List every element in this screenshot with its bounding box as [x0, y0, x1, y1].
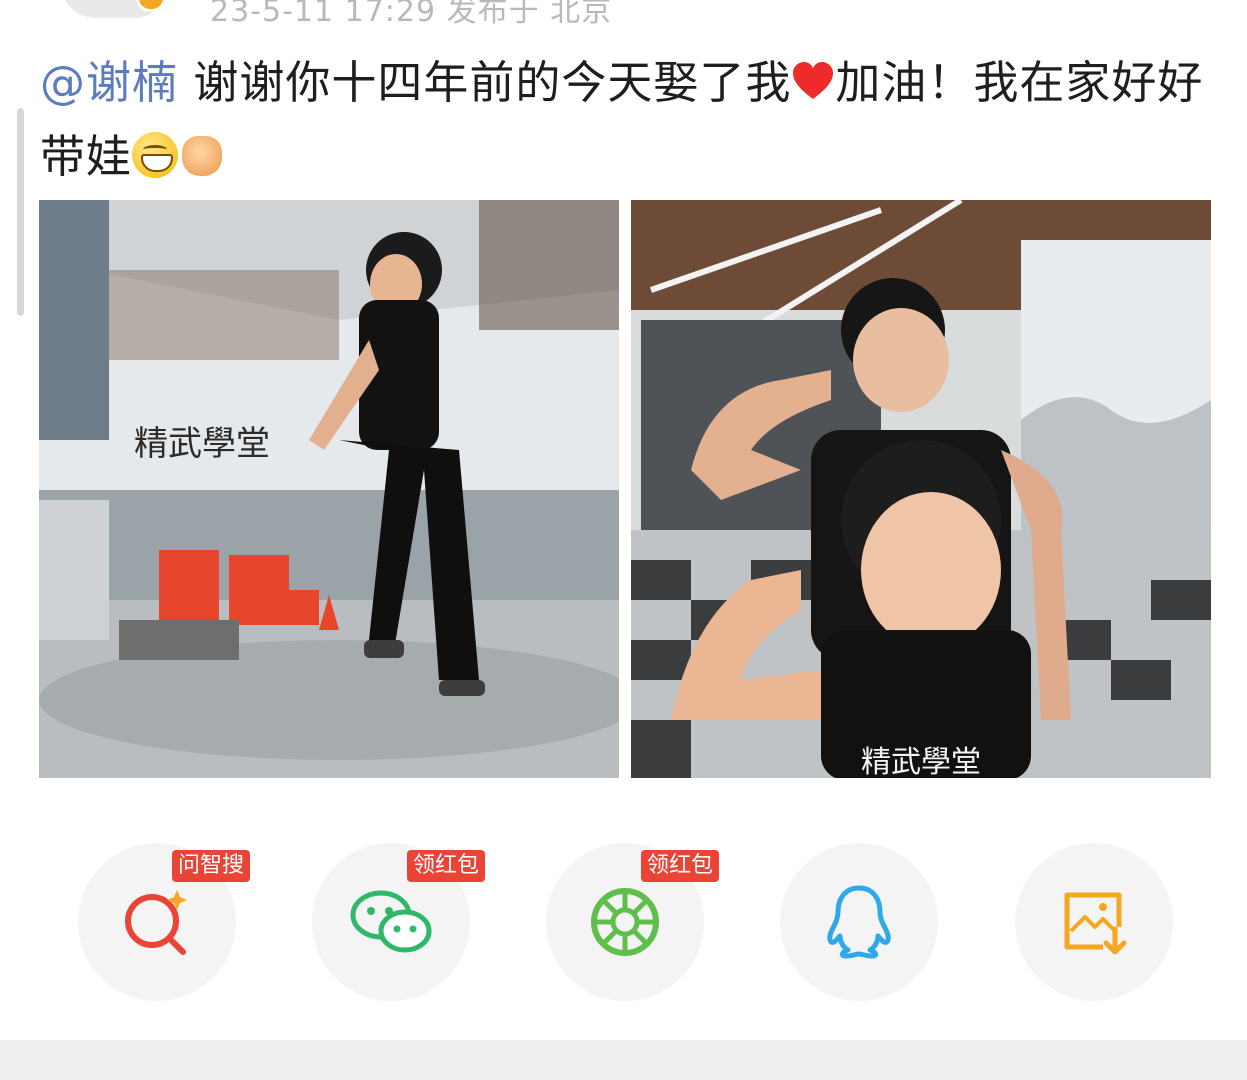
scroll-indicator[interactable]	[17, 108, 24, 316]
post-text-body: 谢谢你十四年前的今天娶了我	[178, 56, 792, 109]
qq-icon	[827, 885, 891, 959]
save-image-icon	[1064, 892, 1127, 955]
mention-link[interactable]: @谢楠	[40, 56, 178, 109]
post-meta: 23-5-11 17:29 发布于 北京	[210, 0, 613, 29]
bottom-bar	[0, 1040, 1247, 1080]
heart-icon	[793, 62, 834, 99]
moments-icon	[591, 888, 659, 956]
share-badge: 领红包	[641, 850, 720, 882]
ai-search-icon	[125, 890, 187, 955]
photo-kungfu-jump[interactable]: 精武學堂	[39, 200, 619, 778]
shirt-print: 精武學堂	[861, 745, 981, 778]
share-badge: 问智搜	[172, 850, 251, 882]
academy-sign: 精武學堂	[134, 424, 270, 464]
photo-two-boys-flex[interactable]: 精武學堂	[631, 200, 1211, 778]
share-badge: 领红包	[407, 850, 486, 882]
share-qq-button[interactable]	[780, 843, 938, 1001]
grinning-face-icon	[132, 132, 179, 178]
share-row: 问智搜 领红包 领红包	[0, 843, 1247, 1003]
share-save-image-button[interactable]	[1015, 843, 1173, 1001]
fist-icon	[182, 136, 223, 176]
post-text: @谢楠 谢谢你十四年前的今天娶了我 加油！我在家好好带娃	[40, 46, 1220, 194]
wechat-icon	[350, 890, 432, 953]
